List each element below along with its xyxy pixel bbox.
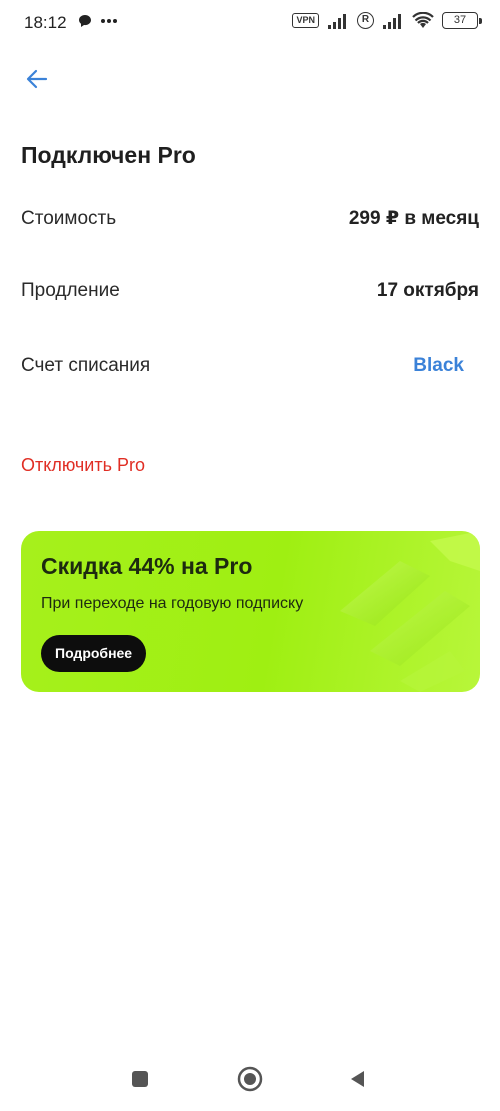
system-icons: VPN R 37 <box>292 12 482 29</box>
payment-account-link[interactable]: Black <box>413 355 464 377</box>
chat-bubble-icon <box>79 15 91 27</box>
nav-back-button[interactable] <box>338 1059 378 1099</box>
back-button[interactable] <box>20 62 54 96</box>
cost-row: Стоимость 299 ₽ в месяц <box>21 207 479 230</box>
more-info-button[interactable]: Подробнее <box>41 635 147 672</box>
status-bar: 18:12 VPN R 37 <box>0 0 500 44</box>
promo-title: Скидка 44% на Pro <box>41 553 253 579</box>
triangle-back-icon <box>351 1071 364 1087</box>
home-button[interactable] <box>230 1059 270 1099</box>
signal-icon <box>383 13 401 29</box>
arrow-left-icon <box>26 69 48 89</box>
battery-icon: 37 <box>442 12 482 29</box>
screen: 18:12 VPN R 37 Подключен Pro Стоимость 2… <box>0 0 500 1111</box>
payment-account-row[interactable]: Счет списания Black <box>21 355 479 377</box>
vpn-icon: VPN <box>292 13 319 28</box>
promo-decoration <box>340 531 480 692</box>
payment-account-label: Счет списания <box>21 355 151 376</box>
notification-icons <box>78 14 118 28</box>
system-nav-bar <box>0 1051 500 1111</box>
renewal-value: 17 октября <box>376 280 479 301</box>
signal-icon <box>328 13 346 29</box>
roaming-icon: R <box>357 12 374 29</box>
circle-icon <box>237 1066 263 1092</box>
promo-subtitle: При переходе на годовую подписку <box>41 595 304 612</box>
square-icon <box>132 1071 148 1087</box>
page-title: Подключен Pro <box>21 142 196 168</box>
promo-banner[interactable]: Скидка 44% на Pro При переходе на годову… <box>21 531 480 692</box>
wifi-icon <box>412 12 434 28</box>
more-dots-icon <box>101 19 117 23</box>
renewal-row: Продление 17 октября <box>21 280 479 302</box>
recent-apps-button[interactable] <box>120 1059 160 1099</box>
cost-label: Стоимость <box>21 207 117 229</box>
cost-value: 299 ₽ в месяц <box>348 208 479 229</box>
status-time: 18:12 <box>24 13 67 32</box>
renewal-label: Продление <box>21 280 120 301</box>
disable-pro-button[interactable]: Отключить Pro <box>21 455 145 476</box>
